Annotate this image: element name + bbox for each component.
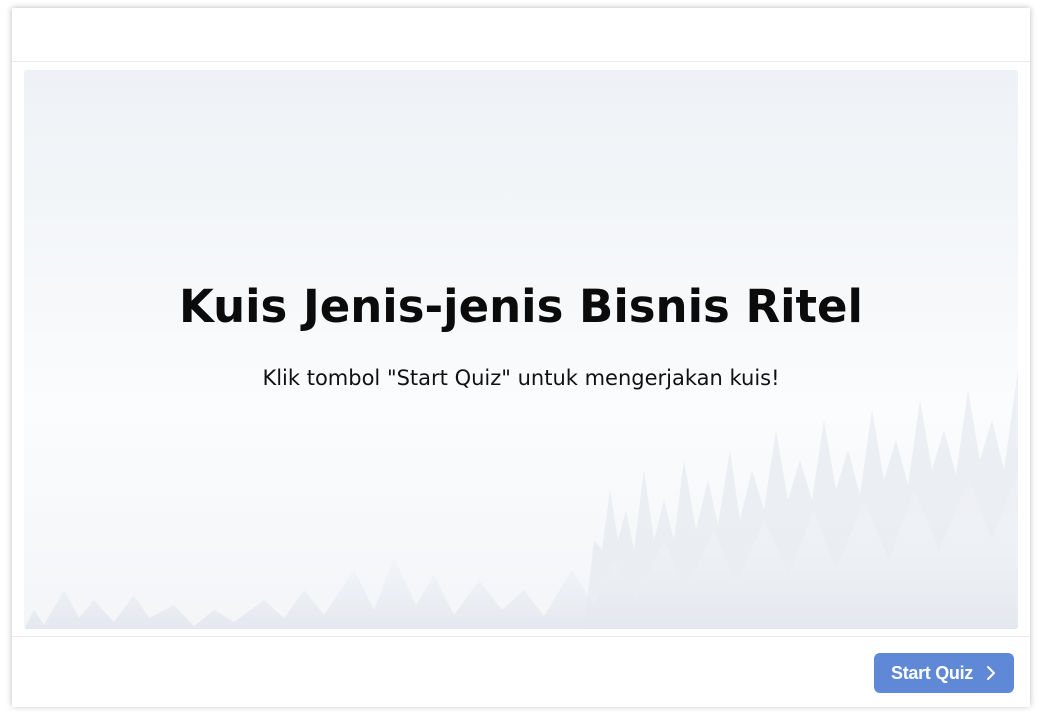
start-quiz-button[interactable]: Start Quiz (874, 653, 1014, 693)
quiz-player-window: Kuis Jenis-jenis Bisnis Ritel Klik tombo… (12, 8, 1030, 707)
quiz-title: Kuis Jenis-jenis Bisnis Ritel (179, 280, 863, 333)
quiz-instructions: Klik tombol "Start Quiz" untuk mengerjak… (262, 366, 780, 390)
chevron-right-icon (987, 666, 995, 680)
forest-background-image (24, 370, 1018, 629)
bottom-bar: Start Quiz (12, 636, 1030, 707)
quiz-intro-slide: Kuis Jenis-jenis Bisnis Ritel Klik tombo… (24, 70, 1018, 629)
top-bar (12, 8, 1030, 62)
start-quiz-label: Start Quiz (890, 662, 973, 683)
